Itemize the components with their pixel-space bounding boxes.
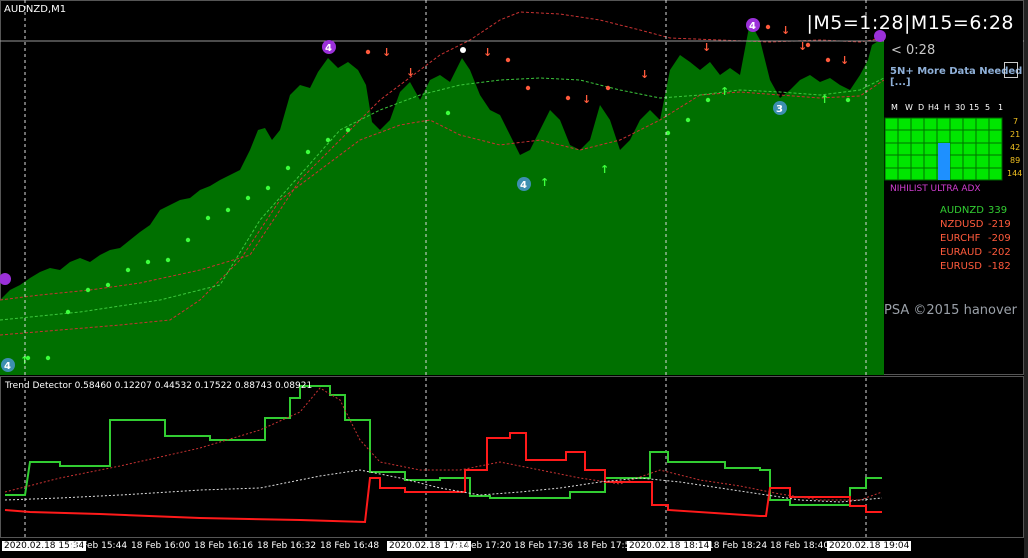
price-area [0, 22, 884, 375]
wave-marker-purple-1: 4 [322, 40, 336, 54]
period-label: 144 [1007, 169, 1023, 178]
period-label: 89 [1010, 156, 1021, 165]
trend-green-line [5, 385, 882, 506]
time-label: 18 Feb 18:40 [770, 541, 830, 551]
svg-text:4: 4 [749, 21, 756, 32]
svg-text:↓: ↓ [382, 46, 391, 59]
tf-header: H4 [928, 103, 940, 112]
strength-row: EURUSD -182 [940, 261, 1011, 272]
wave-marker-blue-1: 4 [517, 177, 531, 191]
time-label: 18 Feb 16:32 [257, 541, 317, 551]
time-label: 18 Feb 17:5 [577, 541, 631, 551]
wave-marker-blue-2: 4 [1, 358, 15, 372]
tf-header: W [905, 103, 913, 112]
svg-text:↓: ↓ [840, 54, 849, 67]
svg-text:↓: ↓ [483, 46, 492, 59]
bar-countdown: < 0:28 [891, 43, 936, 58]
tf-header: 30 [955, 103, 966, 112]
symbol-title: AUDNZD,M1 [4, 4, 67, 15]
tf-header: 5 [985, 103, 991, 112]
indicator-title: Trend Detector 0.58460 0.12207 0.44532 0… [5, 381, 313, 391]
time-label: 18 Feb 16:00 [131, 541, 191, 551]
svg-text:↑: ↑ [600, 163, 609, 176]
svg-text:↓: ↓ [702, 41, 711, 54]
svg-text:↑: ↑ [820, 93, 829, 106]
svg-text:↓: ↓ [582, 93, 591, 106]
tf-header: D [918, 103, 925, 112]
adx-grid [884, 117, 1003, 181]
strength-row: EURCHF -209 [940, 233, 1011, 244]
adx-title: NIHILIST ULTRA ADX [890, 184, 981, 194]
svg-text:↓: ↓ [798, 40, 807, 53]
tf-header: 1 [998, 103, 1004, 112]
time-label: 18 Feb 17:36 [514, 541, 574, 551]
chart-canvas[interactable]: ↓↓ ↓↓ ↓↓ ↓↓ ↓ ↑↑ ↑↑ ↑ 4 4 [0, 0, 1028, 558]
tf-header: H [944, 103, 951, 112]
period-label: 21 [1010, 130, 1021, 139]
svg-text:↓: ↓ [781, 24, 790, 37]
indicator-panel-border [0, 376, 1024, 538]
period-label: 42 [1010, 143, 1021, 152]
warning-box [1004, 62, 1018, 78]
tf-header: 15 [969, 103, 980, 112]
wave-marker-blue-3: 3 [773, 101, 787, 115]
time-label: 18 Feb 18:24 [708, 541, 768, 551]
wave-marker-purple-2: 4 [746, 18, 760, 32]
svg-text:↓: ↓ [640, 68, 649, 81]
strength-row: NZDUSD -219 [940, 219, 1011, 230]
timer-readout: |M5=1:28|M15=6:28 [806, 12, 1014, 34]
svg-text:3: 3 [776, 104, 783, 115]
time-label: 18 Feb 16:16 [194, 541, 254, 551]
time-label: 18 Feb 16:48 [320, 541, 380, 551]
tf-header: M [891, 103, 898, 112]
svg-text:↑: ↑ [720, 85, 729, 98]
svg-text:4: 4 [520, 180, 527, 191]
strength-row: AUDNZD 339 [940, 205, 1008, 216]
svg-text:↑: ↑ [540, 176, 549, 189]
time-label: 18 Feb 15:44 [68, 541, 128, 551]
time-label: 2020.02.18 19:04 [827, 541, 912, 551]
trend-dashed-red [4, 387, 883, 501]
time-label: 2020.02.18 18:14 [627, 541, 712, 551]
svg-text:4: 4 [325, 43, 332, 54]
period-label: 7 [1013, 117, 1019, 126]
trend-dashed-white [4, 469, 883, 503]
copyright-text: PSA ©2015 hanover [884, 303, 1018, 318]
strength-row: EURAUD -202 [940, 247, 1011, 258]
svg-text:↓: ↓ [406, 66, 415, 79]
svg-text:4: 4 [4, 361, 11, 372]
time-label: 18 Feb 17:20 [452, 541, 512, 551]
